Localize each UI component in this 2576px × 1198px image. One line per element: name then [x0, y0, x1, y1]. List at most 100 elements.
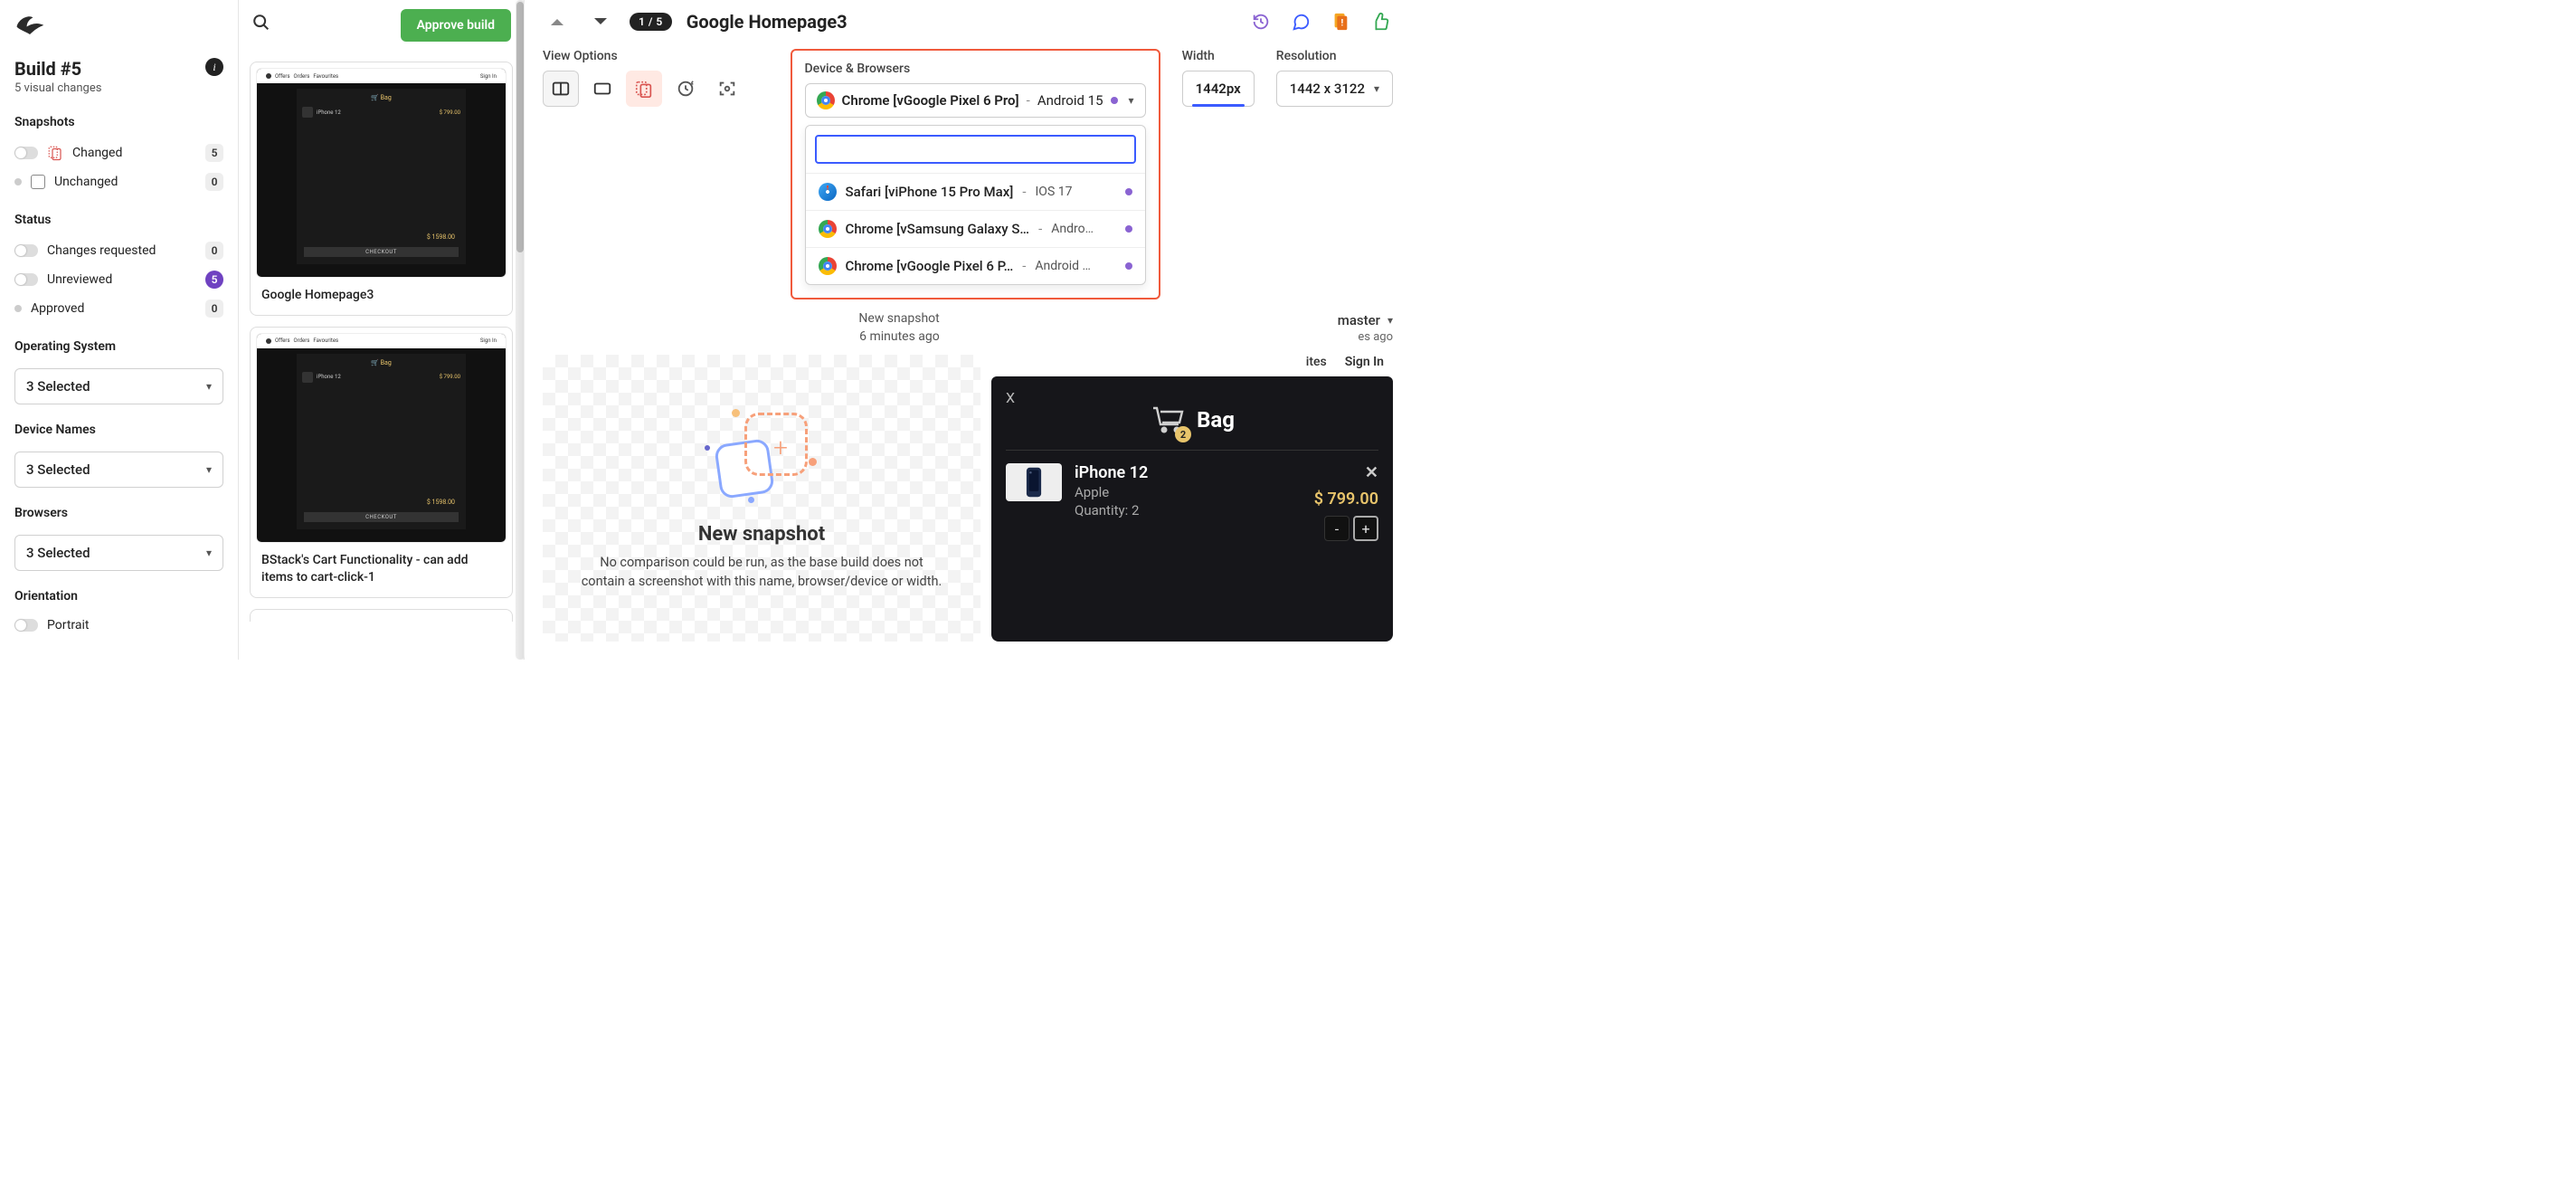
view-fullscreen-icon[interactable] — [709, 71, 745, 107]
snapshot-card[interactable]: OffersOrdersFavouritesSign In 🛒 Bag iPho… — [250, 327, 513, 598]
changes-requested-count: 0 — [205, 242, 223, 260]
filter-unreviewed[interactable]: Unreviewed 5 — [0, 265, 238, 294]
chrome-icon — [817, 91, 835, 109]
signin-link[interactable]: Sign In — [1345, 355, 1384, 369]
thumbs-up-icon[interactable] — [1368, 9, 1393, 34]
chevron-down-icon: ▾ — [206, 380, 212, 393]
svg-text:!: ! — [1340, 19, 1343, 29]
quantity-plus-button[interactable]: + — [1353, 516, 1378, 541]
width-select[interactable]: 1442px — [1182, 71, 1255, 107]
filter-approved[interactable]: Approved 0 — [0, 294, 238, 323]
product-quantity: Quantity: 2 — [1075, 502, 1302, 518]
unreviewed-label: Unreviewed — [47, 272, 112, 287]
device-option[interactable]: Chrome [vSamsung Galaxy S…-Andro… — [806, 210, 1145, 247]
cart-badge: 2 — [1175, 426, 1191, 442]
history-icon[interactable] — [1248, 9, 1274, 34]
snapshot-thumbnail: OffersOrdersFavouritesSign In 🛒 Bag iPho… — [256, 333, 507, 543]
comparison-subbar: New snapshot 6 minutes ago master ▾ es a… — [525, 300, 1411, 355]
favourites-link[interactable]: ites — [1306, 355, 1327, 369]
info-icon[interactable]: i — [205, 58, 223, 76]
search-icon[interactable] — [251, 13, 271, 38]
approved-label: Approved — [31, 301, 84, 316]
logo — [0, 13, 238, 51]
quantity-minus-button[interactable]: - — [1324, 516, 1350, 541]
status-dot-icon — [1111, 97, 1118, 104]
snapshot-card[interactable]: OffersOrdersFavouritesSign In 🛒 Bag iPho… — [250, 62, 513, 316]
snapshot-card[interactable] — [250, 609, 513, 622]
device-search-input[interactable] — [815, 135, 1136, 164]
device-option[interactable]: Safari [viPhone 15 Pro Max]-IOS 17 — [806, 173, 1145, 210]
new-snapshot-time: 6 minutes ago — [858, 328, 939, 347]
filter-unchanged[interactable]: Unchanged 0 — [0, 167, 238, 196]
flag-icon[interactable]: ! — [1328, 9, 1353, 34]
browsers-dropdown[interactable]: 3 Selected ▾ — [14, 535, 223, 571]
device-dropdown-panel: Safari [viPhone 15 Pro Max]-IOS 17 Chrom… — [805, 125, 1146, 285]
snapshot-toolbar: Approve build — [239, 0, 524, 51]
changes-requested-label: Changes requested — [47, 243, 156, 258]
options-row: View Options Device & Browsers Chrome [v… — [525, 40, 1411, 300]
os-dropdown[interactable]: 3 Selected ▾ — [14, 368, 223, 404]
chevron-down-icon: ▾ — [206, 463, 212, 476]
resolution-select[interactable]: 1442 x 3122 ▾ — [1276, 71, 1393, 107]
snapshot-title: Google Homepage3 — [687, 11, 848, 33]
chrome-icon — [819, 257, 837, 275]
compare-area: + New snapshot No comparison could be ru… — [525, 355, 1411, 660]
device-browsers-group: Device & Browsers Chrome [vGoogle Pixel … — [791, 49, 1160, 300]
chevron-down-icon: ▾ — [206, 547, 212, 559]
divider — [1006, 450, 1378, 451]
next-snapshot-button[interactable] — [586, 7, 615, 36]
os-dropdown-value: 3 Selected — [26, 378, 90, 395]
approve-build-button[interactable]: Approve build — [401, 9, 511, 42]
toggle-changes-requested[interactable] — [14, 244, 38, 257]
snapshot-list-panel: Approve build OffersOrdersFavouritesSign… — [239, 0, 525, 660]
head-snapshot-panel: ites Sign In X 2 Bag — [991, 355, 1393, 642]
snapshot-scroll[interactable]: OffersOrdersFavouritesSign In 🛒 Bag iPho… — [239, 51, 524, 660]
view-diff-icon[interactable] — [626, 71, 662, 107]
view-options-group: View Options — [543, 49, 745, 107]
comment-icon[interactable] — [1288, 9, 1313, 34]
branch-picker[interactable]: master ▾ — [1338, 312, 1393, 328]
filter-changed[interactable]: Changed 5 — [0, 138, 238, 167]
width-label: Width — [1182, 49, 1255, 63]
device-select[interactable]: Chrome [vGoogle Pixel 6 Pro] - Android 1… — [805, 83, 1146, 118]
viewer-top-bar: 1 / 5 Google Homepage3 ! — [525, 0, 1411, 40]
status-dot-icon — [1125, 188, 1132, 195]
view-options-label: View Options — [543, 49, 745, 63]
orientation-row[interactable]: Portrait — [0, 613, 238, 638]
product-brand: Apple — [1075, 484, 1302, 500]
toggle-orientation[interactable] — [14, 619, 38, 632]
empty-state-heading: New snapshot — [698, 523, 825, 546]
status-dot-icon — [1125, 225, 1132, 233]
view-clock-icon[interactable] — [668, 71, 704, 107]
percy-logo-icon — [14, 13, 45, 36]
scrollbar[interactable] — [516, 0, 525, 660]
status-section-title: Status — [0, 209, 238, 236]
chevron-down-icon: ▾ — [1387, 314, 1393, 327]
toggle-unreviewed[interactable] — [14, 273, 38, 286]
devices-dropdown[interactable]: 3 Selected ▾ — [14, 452, 223, 488]
toggle-changed[interactable] — [14, 147, 38, 159]
unchanged-count: 0 — [205, 173, 223, 191]
device-option[interactable]: Chrome [vGoogle Pixel 6 P…-Android … — [806, 247, 1145, 284]
approved-count: 0 — [205, 300, 223, 318]
view-single-icon[interactable] — [584, 71, 620, 107]
devices-dropdown-value: 3 Selected — [26, 461, 90, 478]
sidebar: Build #5 5 visual changes i Snapshots Ch… — [0, 0, 239, 660]
device-selected-os: Android 15 — [1037, 92, 1103, 109]
remove-item-button[interactable]: ✕ — [1365, 463, 1378, 482]
checkbox-icon — [31, 175, 45, 189]
os-section-title: Operating System — [0, 336, 238, 363]
prev-snapshot-button[interactable] — [543, 7, 572, 36]
view-split-icon[interactable] — [543, 71, 579, 107]
snapshots-section-title: Snapshots — [0, 111, 238, 138]
cart-icon: 2 — [1150, 403, 1186, 437]
filter-changes-requested[interactable]: Changes requested 0 — [0, 236, 238, 265]
chrome-icon — [819, 220, 837, 238]
quantity-stepper: - + — [1324, 516, 1378, 541]
diff-icon — [47, 145, 63, 161]
product-name: iPhone 12 — [1075, 463, 1302, 482]
product-price: $ 799.00 — [1314, 490, 1378, 509]
resolution-group: Resolution 1442 x 3122 ▾ — [1276, 49, 1393, 107]
device-browsers-label: Device & Browsers — [805, 62, 1146, 76]
close-bag-button[interactable]: X — [1006, 389, 1015, 406]
